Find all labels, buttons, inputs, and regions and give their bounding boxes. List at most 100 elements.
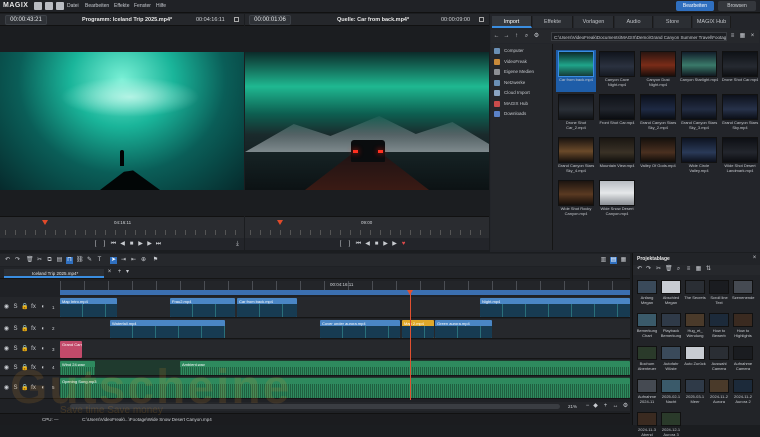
source-timecode[interactable]: 00:00:01:06 xyxy=(249,15,291,25)
step-back-icon[interactable]: ◀ xyxy=(119,241,126,248)
marker-icon[interactable]: ⚑ xyxy=(152,257,159,264)
source-item[interactable]: Computer xyxy=(494,46,552,56)
timeline-clip[interactable]: Car from back.mp4 xyxy=(237,298,297,317)
mute-icon[interactable]: ◉ xyxy=(3,346,10,353)
timeline-tab[interactable]: Iceland Trip 2025.mp4* xyxy=(4,269,104,278)
media-thumbnail[interactable]: Canyon Dust Night.mp4 xyxy=(638,50,678,92)
link-icon[interactable]: ⛓ xyxy=(76,257,84,264)
cut-icon[interactable]: ✂ xyxy=(655,266,662,273)
menu-datei[interactable]: Datei xyxy=(67,3,79,9)
media-thumbnail[interactable]: Grand Canyon Stars Sky_4.mp4 xyxy=(556,136,596,178)
step-forward-icon[interactable]: ▶ xyxy=(146,241,153,248)
zoom-out-icon[interactable]: − xyxy=(584,403,591,410)
browsen-mode-button[interactable]: Browsen xyxy=(718,1,756,11)
paste-icon[interactable]: ▤ xyxy=(56,257,63,264)
menu-hilfe[interactable]: Hilfe xyxy=(156,3,166,9)
source-item[interactable]: Eigene Medien xyxy=(494,67,552,77)
timeline-clip[interactable]: Map 2.mp4 xyxy=(402,320,434,338)
project-bin-item[interactable]: Aufnahme Camera xyxy=(732,346,754,371)
solo-icon[interactable]: S xyxy=(12,304,19,311)
project-bin-item[interactable]: 2025-03-1 Meer xyxy=(684,379,706,404)
prev-marker-icon[interactable]: ⏮ xyxy=(110,241,117,248)
mark-in-icon[interactable]: [ xyxy=(337,241,344,248)
source-item[interactable]: Downloads xyxy=(494,109,552,119)
project-bin-item[interactable]: Anfang Megan xyxy=(636,280,658,305)
mute-icon[interactable]: ◉ xyxy=(3,326,10,333)
timeline-clip[interactable]: Map Intro.mp4 xyxy=(60,298,117,317)
source-item[interactable]: Cloud Import xyxy=(494,88,552,98)
redo-icon[interactable]: ↷ xyxy=(14,257,21,264)
close-icon[interactable]: × xyxy=(751,255,758,262)
path-field[interactable]: C:\Users\VideoFreak\Documents\MAGIX\Demo… xyxy=(551,32,727,41)
bearbeiten-mode-button[interactable]: Bearbeiten xyxy=(676,1,714,11)
media-tab-4[interactable]: Store xyxy=(654,16,692,28)
settings-icon[interactable]: ⚙ xyxy=(533,33,540,40)
search-icon[interactable]: ⌕ xyxy=(675,266,682,273)
delete-icon[interactable]: 🗑 xyxy=(665,266,673,273)
favorite-heart-icon[interactable]: ♥ xyxy=(400,241,407,248)
timeline-view-icon[interactable]: ▤ xyxy=(610,257,617,264)
timeline-clip[interactable]: Cover under aurora.mp4 xyxy=(320,320,400,338)
layout-icon[interactable]: ▥ xyxy=(600,257,607,264)
timeline-clip[interactable]: Grand Canyon Title xyxy=(60,341,82,358)
undo-icon[interactable]: ↶ xyxy=(636,266,643,273)
volume-icon[interactable]: ◖ xyxy=(39,304,46,311)
media-thumbnail[interactable]: Wide Shot Rocky Canyon.mp4 xyxy=(556,179,596,221)
zoom-in-icon[interactable]: + xyxy=(602,403,609,410)
media-thumbnail[interactable]: Wide Shot Desert Landmark.mp4 xyxy=(720,136,760,178)
program-playhead[interactable] xyxy=(42,220,48,225)
solo-icon[interactable]: S xyxy=(12,326,19,333)
project-bin-item[interactable]: Aufnahme 2024-11 xyxy=(636,379,658,404)
project-bin-item[interactable]: Auto Zurück xyxy=(684,346,706,366)
up-icon[interactable]: ↑ xyxy=(513,33,520,40)
text-icon[interactable]: T xyxy=(96,257,103,264)
media-thumbnail[interactable]: Canyon Cave Night.mp4 xyxy=(597,50,637,92)
source-playhead[interactable] xyxy=(277,220,283,225)
media-thumbnail[interactable]: Canyon Starlight.mp4 xyxy=(679,50,719,92)
project-bin-item[interactable]: Auswahl Camera xyxy=(708,346,730,371)
project-bin-item[interactable]: Scroll line Text xyxy=(708,280,730,305)
timeline-range-bar[interactable] xyxy=(60,290,630,295)
media-thumbnail[interactable]: Grand Canyon Stars Sky_2.mp4 xyxy=(638,93,678,135)
source-ruler[interactable] xyxy=(250,230,484,235)
menu-bearbeiten[interactable]: Bearbeiten xyxy=(85,3,109,9)
media-thumbnail[interactable]: Grand Canyon Stars Sky_3.mp4 xyxy=(679,93,719,135)
timeline-clip[interactable]: Frau2.mp4 xyxy=(170,298,235,317)
save-icon[interactable] xyxy=(56,2,64,10)
project-bin-item[interactable]: The Secrets xyxy=(684,280,706,300)
media-thumbnail[interactable]: Wide Snow Desert Canyon.mp4 xyxy=(597,179,637,221)
close-tab-icon[interactable]: × xyxy=(106,269,113,276)
media-thumbnail[interactable]: Drone Shot Car.mp4 xyxy=(720,50,760,92)
play-icon[interactable]: ▶ xyxy=(382,241,389,248)
timeline-clip[interactable]: Green aurora.mp4 xyxy=(435,320,492,338)
track-lane[interactable] xyxy=(60,340,630,359)
pen-icon[interactable]: ✎ xyxy=(86,257,93,264)
split-tool-icon[interactable]: ⇤ xyxy=(130,257,137,264)
cut-icon[interactable]: ✂ xyxy=(36,257,43,264)
tab-dropdown-icon[interactable]: ▾ xyxy=(124,269,131,276)
solo-icon[interactable]: S xyxy=(12,346,19,353)
project-bin-item[interactable]: Autofahr Wüste xyxy=(660,346,682,371)
source-item[interactable]: VideoFreak xyxy=(494,57,552,67)
range-tool-icon[interactable]: ⇥ xyxy=(120,257,127,264)
view-grid-icon[interactable]: ▦ xyxy=(739,33,746,40)
program-timecode[interactable]: 00:00:43:21 xyxy=(5,15,47,25)
back-icon[interactable]: ← xyxy=(493,33,500,40)
step-back-icon[interactable]: ◀ xyxy=(364,241,371,248)
timeline-clip[interactable]: Night.mp4 xyxy=(480,298,630,317)
menu-effekte[interactable]: Effekte xyxy=(114,3,129,9)
media-tab-3[interactable]: Audio xyxy=(615,16,653,28)
lock-icon[interactable]: 🔒 xyxy=(21,346,28,353)
fx-icon[interactable]: fx xyxy=(30,326,37,333)
media-thumbnail[interactable]: Front Shot Car.mp4 xyxy=(597,93,637,135)
prev-marker-icon[interactable]: ⏮ xyxy=(355,241,362,248)
zoom-tool-icon[interactable]: ⊕ xyxy=(140,257,147,264)
source-item[interactable]: Netzwerke xyxy=(494,78,552,88)
fx-icon[interactable]: fx xyxy=(30,346,37,353)
maximize-icon[interactable] xyxy=(234,17,239,22)
grid-icon[interactable]: ▦ xyxy=(695,266,702,273)
delete-icon[interactable]: 🗑 xyxy=(26,257,34,264)
project-bin-item[interactable]: Abschied Megan xyxy=(660,280,682,305)
close-icon[interactable]: × xyxy=(749,33,756,40)
stop-icon[interactable]: ■ xyxy=(128,241,135,248)
